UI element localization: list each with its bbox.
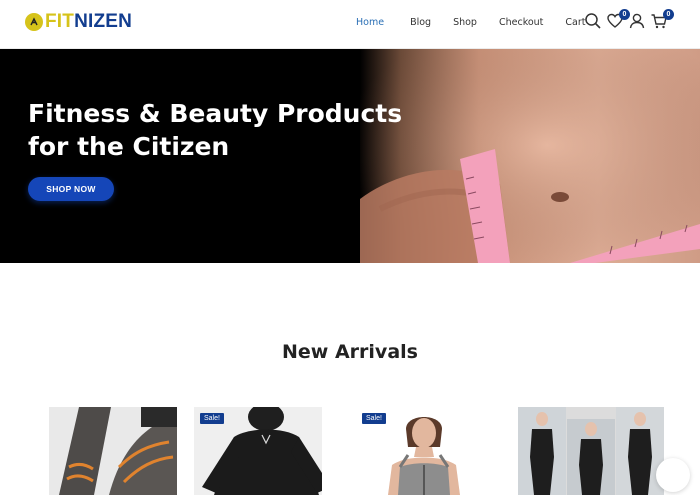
hero-title: Fitness & Beauty Products for the Citize…	[28, 97, 418, 163]
wishlist-button[interactable]: 0	[606, 9, 630, 30]
nav-blog[interactable]: Blog	[410, 15, 431, 31]
search-icon[interactable]	[584, 12, 602, 30]
sale-badge: Sale!	[362, 413, 386, 424]
main-nav: Home Blog Shop Checkout Cart	[356, 15, 586, 31]
hero-banner: Fitness & Beauty Products for the Citize…	[0, 49, 700, 263]
floating-chat-button[interactable]	[656, 458, 690, 492]
product-grid: Sale! Sale!	[0, 407, 700, 495]
brand-name: FITNIZEN	[45, 11, 133, 32]
nav-cart[interactable]: Cart	[565, 15, 585, 31]
hero-title-line-1: Fitness & Beauty Products	[28, 99, 403, 128]
new-arrivals-title: New Arrivals	[282, 341, 418, 363]
sale-badge: Sale!	[200, 413, 224, 424]
hero-title-line-2: for the Citizen	[28, 132, 230, 161]
product-card[interactable]	[49, 407, 177, 495]
product-card[interactable]: Sale!	[194, 407, 322, 495]
cart-count: 0	[663, 9, 674, 20]
product-card[interactable]: Sale!	[356, 407, 492, 495]
site-header: FITNIZEN Home Blog Shop Checkout Cart 0 …	[0, 0, 700, 49]
product-image	[49, 407, 177, 495]
product-image	[518, 407, 664, 495]
nav-shop[interactable]: Shop	[453, 15, 477, 31]
user-icon[interactable]	[628, 12, 646, 30]
logo-emblem-icon	[25, 13, 43, 31]
shop-now-button[interactable]: SHOP NOW	[28, 177, 114, 201]
product-card[interactable]	[518, 407, 664, 495]
cart-button[interactable]: 0	[650, 9, 674, 30]
nav-checkout[interactable]: Checkout	[499, 15, 543, 31]
brand-logo[interactable]: FITNIZEN	[25, 10, 132, 34]
nav-home[interactable]: Home	[356, 15, 384, 31]
